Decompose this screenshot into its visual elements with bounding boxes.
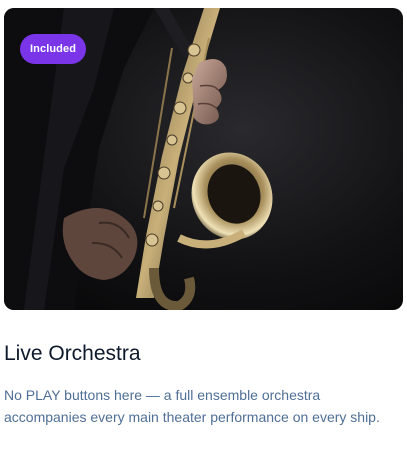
saxophone-photo: Included: [4, 8, 403, 310]
card-title: Live Orchestra: [4, 342, 141, 365]
card-description: No PLAY buttons here — a full ensemble o…: [4, 387, 380, 425]
feature-card[interactable]: Included Live Orchestra No PLAY buttons …: [0, 0, 407, 462]
included-badge: Included: [20, 34, 87, 64]
